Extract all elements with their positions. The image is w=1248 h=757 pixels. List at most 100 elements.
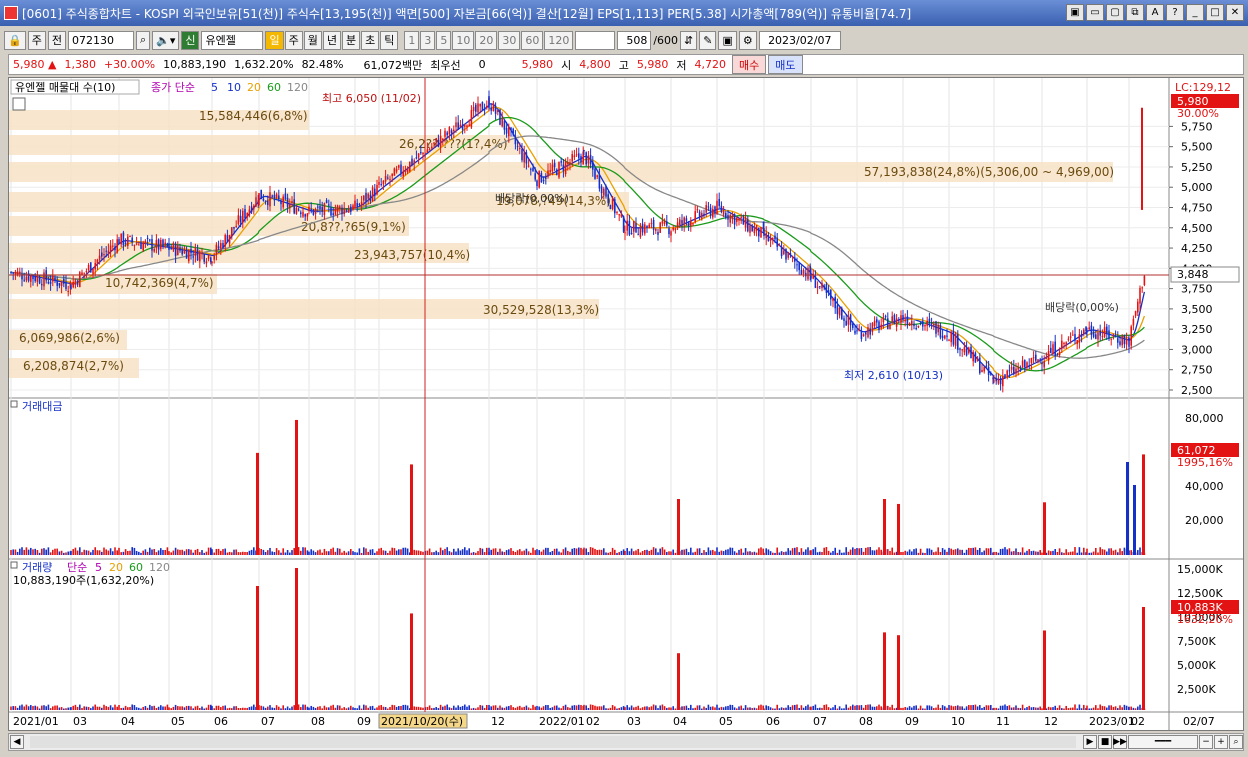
amount-bar: [639, 552, 642, 555]
profile-label: 23,943,757(10,4%): [354, 248, 470, 262]
candle-body: [122, 232, 125, 246]
grid-icon[interactable]: [12, 97, 26, 111]
volume-bar: [60, 707, 63, 710]
save-icon[interactable]: ▣: [718, 30, 737, 50]
zoom-slider[interactable]: ━━━: [1128, 735, 1198, 749]
market-button[interactable]: 전: [47, 30, 66, 50]
stop-icon[interactable]: ■: [1098, 735, 1112, 749]
candle-body: [308, 206, 310, 211]
buy-button[interactable]: 매수: [732, 55, 767, 74]
amount-bar: [153, 548, 155, 555]
volume-bar: [900, 707, 902, 710]
period-tab-0[interactable]: 일: [265, 30, 284, 50]
candle-body: [1097, 332, 1099, 340]
minute-tab-5[interactable]: 30: [498, 30, 521, 50]
amount-bar: [94, 547, 96, 555]
candle-body: [470, 110, 473, 128]
minute-tab-1[interactable]: 3: [420, 30, 436, 50]
play-icon[interactable]: ▶: [1083, 735, 1097, 749]
period-tab-3[interactable]: 년: [322, 30, 341, 50]
volume-bar: [1106, 707, 1108, 710]
candle-body: [291, 201, 293, 203]
window-button-5[interactable]: ?: [1166, 4, 1184, 21]
magnify-icon[interactable]: ⌕: [1229, 735, 1243, 749]
volume-tick: 5,000K: [1177, 659, 1216, 672]
period-tab-2[interactable]: 월: [303, 30, 322, 50]
scroll-left-icon[interactable]: ◀: [10, 735, 24, 749]
chart-setting-icon[interactable]: ⇵: [680, 30, 698, 50]
volume-bar: [571, 705, 573, 710]
chart-scrollbar[interactable]: ◀ ▶ ■ ▶▶ ━━━ − + ⌕: [8, 733, 1244, 751]
speaker-icon[interactable]: 🔈▾: [152, 30, 180, 50]
custom-period-input[interactable]: [575, 30, 616, 50]
amount-bar: [433, 552, 435, 555]
candle-body: [459, 124, 462, 128]
candle-body: [1112, 334, 1115, 336]
stock-name-field[interactable]: 유엔젤: [201, 30, 264, 50]
candle-body: [192, 256, 194, 258]
amount-bar: [1032, 550, 1035, 555]
volume-bar: [345, 708, 348, 710]
volume-bar: [911, 707, 913, 710]
window-button-0[interactable]: ▣: [1066, 4, 1084, 21]
amount-bar: [974, 547, 977, 555]
sell-button[interactable]: 매도: [768, 55, 803, 74]
minute-tab-6[interactable]: 60: [521, 30, 544, 50]
period-tab-5[interactable]: 초: [361, 30, 380, 50]
window-button-6[interactable]: _: [1186, 4, 1204, 21]
chart-svg[interactable]: 57,193,838(24,8%)(5,306,00 ~ 4,969,00)30…: [9, 78, 1243, 730]
candle-body: [114, 246, 116, 251]
amount-bar: [965, 549, 968, 555]
gear-icon[interactable]: ⚙: [738, 30, 757, 50]
candle-body: [127, 236, 129, 246]
volume-bar: [646, 706, 648, 710]
candle-body: [681, 220, 683, 224]
minute-tab-3[interactable]: 10: [452, 30, 475, 50]
volume-bar: [747, 707, 749, 710]
candle-body: [630, 232, 633, 234]
zoom-plus-icon[interactable]: +: [1214, 735, 1228, 749]
fast-forward-icon[interactable]: ▶▶: [1113, 735, 1127, 749]
period-unit-select[interactable]: 주: [27, 30, 46, 50]
search-icon[interactable]: ⌕: [135, 30, 151, 50]
window-button-7[interactable]: □: [1206, 4, 1224, 21]
amount-bar: [791, 548, 794, 555]
volume-bar: [466, 706, 468, 710]
candle-body: [157, 239, 160, 250]
volume-bar: [1069, 707, 1072, 710]
period-tab-1[interactable]: 주: [284, 30, 303, 50]
volume-spike: [1142, 606, 1145, 710]
window-button-2[interactable]: ▢: [1106, 4, 1124, 21]
zoom-minus-icon[interactable]: −: [1199, 735, 1213, 749]
amount-bar: [789, 550, 792, 555]
volume-bar: [774, 708, 776, 710]
period-tab-6[interactable]: 틱: [380, 30, 399, 50]
count-input[interactable]: 508: [617, 30, 652, 50]
amount-bar: [38, 552, 41, 555]
window-button-8[interactable]: ✕: [1226, 4, 1244, 21]
amount-bar: [470, 552, 473, 555]
minute-tab-7[interactable]: 120: [544, 30, 574, 50]
scroll-track[interactable]: [30, 736, 1076, 748]
window-button-4[interactable]: A: [1146, 4, 1164, 21]
minute-tab-0[interactable]: 1: [404, 30, 420, 50]
chart-area[interactable]: 57,193,838(24,8%)(5,306,00 ~ 4,969,00) 30…: [8, 77, 1244, 731]
candle-body: [1119, 341, 1121, 345]
candle-body: [286, 197, 289, 207]
amount-bar: [472, 552, 475, 555]
stock-code-input[interactable]: 072130: [67, 30, 134, 50]
window-button-3[interactable]: ⧉: [1126, 4, 1144, 21]
period-tab-4[interactable]: 분: [341, 30, 361, 50]
tool-icon[interactable]: ✎: [699, 30, 717, 50]
candle-body: [1032, 357, 1035, 359]
amount-bar: [908, 549, 911, 555]
lock-icon[interactable]: 🔒: [4, 30, 26, 50]
volume-bar: [783, 707, 785, 710]
date-input[interactable]: 2023/02/07: [758, 30, 841, 50]
minute-tab-2[interactable]: 5: [436, 30, 452, 50]
volume-bar: [685, 705, 688, 710]
candle-body: [387, 177, 389, 179]
ma-60: 60: [267, 81, 281, 94]
window-button-1[interactable]: ▭: [1086, 4, 1104, 21]
minute-tab-4[interactable]: 20: [475, 30, 498, 50]
